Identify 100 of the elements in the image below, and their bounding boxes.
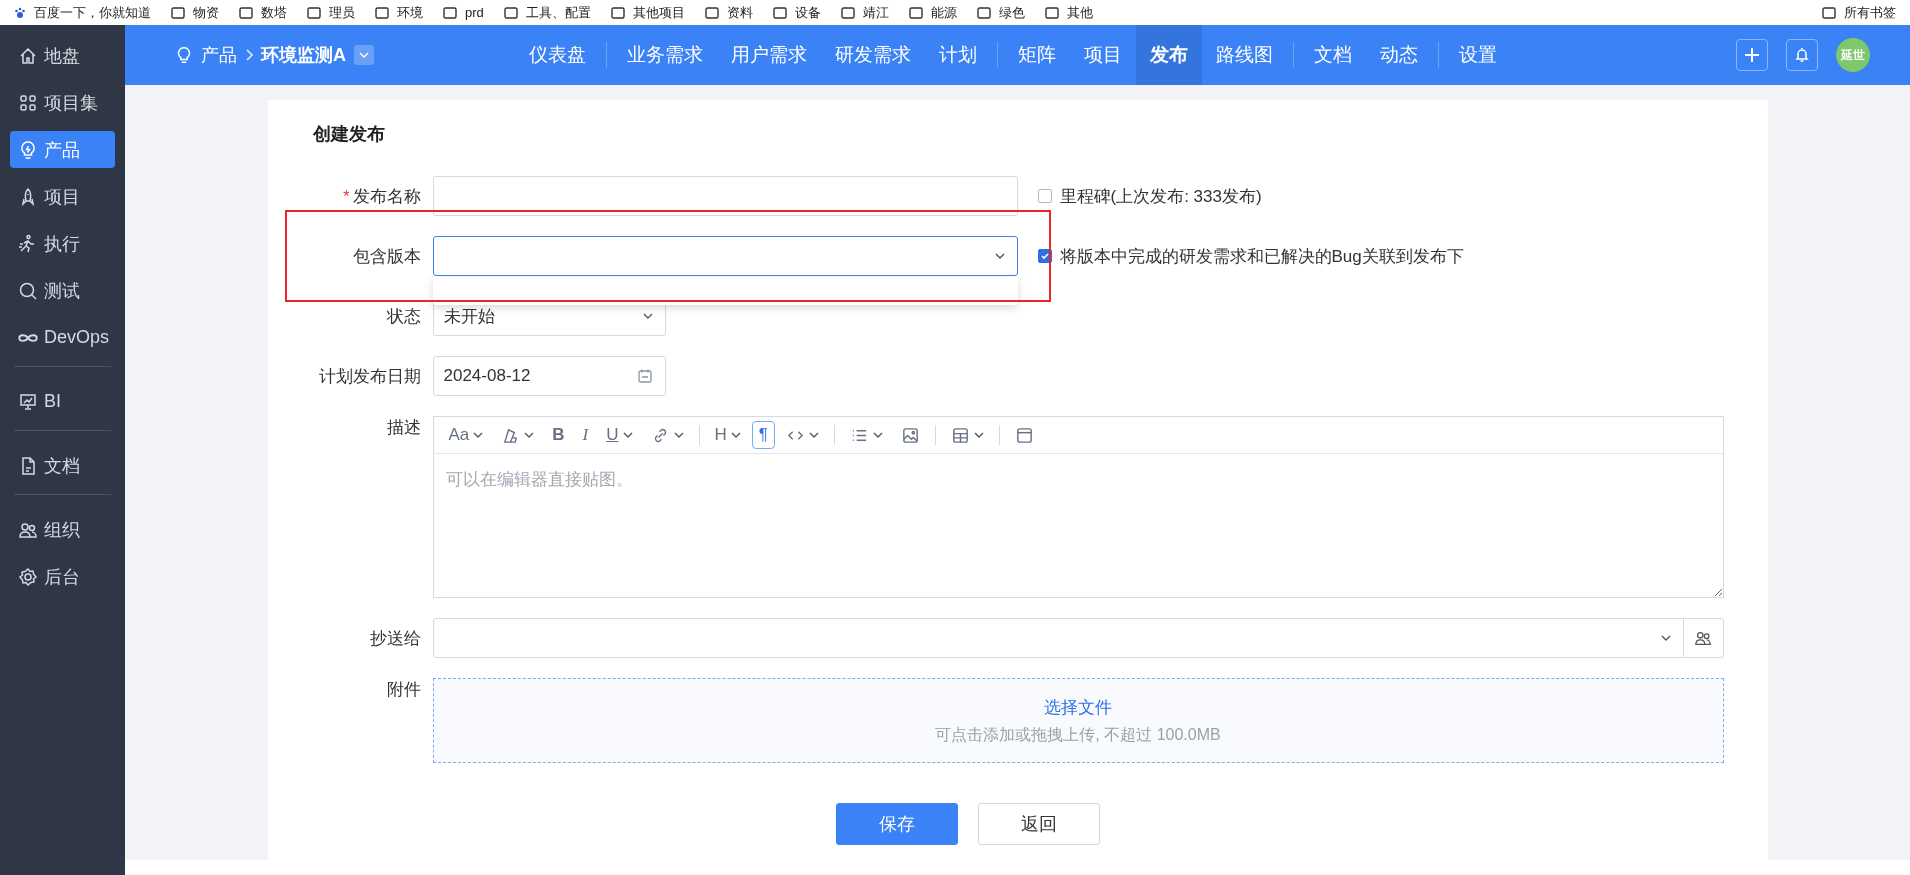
bookmark[interactable]: 其他项目 — [610, 3, 685, 22]
caret-icon — [808, 432, 819, 438]
caret-icon — [673, 432, 684, 438]
nav-tab[interactable]: 仪表盘 — [515, 25, 600, 85]
nav-tab[interactable]: 路线图 — [1202, 25, 1287, 85]
sidebar-item[interactable]: 产品 — [10, 131, 115, 168]
plus-icon — [1744, 47, 1760, 63]
nav-tab[interactable]: 矩阵 — [1004, 25, 1070, 85]
toolbar-button[interactable]: ¶ — [751, 421, 775, 449]
toolbar-button[interactable]: B — [545, 421, 572, 449]
bookmark[interactable]: 绿色 — [976, 3, 1025, 22]
sidebar-item[interactable]: 项目集 — [10, 84, 115, 121]
caret-icon — [642, 313, 653, 319]
sidebar-item[interactable]: 文档 — [10, 447, 115, 484]
field-label: 状态 — [386, 306, 421, 326]
sidebar-item[interactable]: DevOps — [10, 319, 115, 356]
bookmark[interactable]: 理员 — [307, 3, 355, 22]
add-button[interactable] — [1736, 39, 1768, 71]
required-mark: * — [342, 186, 350, 206]
bookmark[interactable]: 所有书签 — [1822, 3, 1896, 22]
folder-icon — [840, 6, 855, 19]
lightbulb-icon — [175, 46, 193, 64]
nav-tab[interactable]: 文档 — [1300, 25, 1366, 85]
bookmark[interactable]: prd — [443, 5, 484, 20]
nav-tab[interactable]: 用户需求 — [717, 25, 821, 85]
nav-tab[interactable]: 研发需求 — [821, 25, 925, 85]
chart-board-icon — [18, 391, 38, 412]
field-label: 附件 — [386, 680, 421, 699]
toolbar-button[interactable]: I — [575, 421, 596, 449]
breadcrumb-link[interactable]: 产品 — [201, 43, 237, 67]
nav-tab[interactable]: 业务需求 — [613, 25, 717, 85]
bookmark[interactable]: 数塔 — [239, 3, 287, 22]
sidebar-item[interactable]: BI — [10, 383, 115, 420]
save-button[interactable]: 保存 — [836, 803, 958, 845]
bookmark[interactable]: 能源 — [908, 3, 957, 22]
bookmark[interactable]: 环境 — [375, 3, 423, 22]
date-field[interactable]: 2024-08-12 — [432, 356, 666, 396]
sidebar-item[interactable]: 组织 — [10, 511, 115, 548]
grid-icon — [18, 92, 38, 113]
nav-tab[interactable]: 发布 — [1136, 25, 1202, 85]
contacts-button[interactable] — [1683, 618, 1724, 658]
folder-icon — [704, 6, 719, 19]
bookmark[interactable]: 资料 — [704, 3, 753, 22]
sidebar-item[interactable]: 项目 — [10, 178, 115, 215]
folder-icon — [1822, 6, 1836, 19]
choose-file-link[interactable]: 选择文件 — [1044, 695, 1112, 719]
caret-icon — [1660, 635, 1671, 641]
folder-icon — [307, 6, 321, 19]
bookmark[interactable]: 其他 — [1044, 3, 1093, 22]
link-checkbox[interactable]: 将版本中完成的研发需求和已解决的Bug关联到发布下 — [1037, 244, 1464, 268]
chevron-right-icon — [245, 49, 253, 61]
caret-icon — [473, 432, 484, 438]
panel-icon — [1014, 425, 1034, 445]
people-icon — [1694, 629, 1712, 647]
folder-icon — [443, 6, 457, 19]
nav-tab[interactable]: 设置 — [1445, 25, 1511, 85]
folder-icon — [503, 6, 518, 19]
field-label: 抄送给 — [369, 628, 421, 648]
checkbox[interactable] — [1037, 189, 1052, 203]
bookmark[interactable]: 百度一下，你就知道 — [14, 3, 151, 22]
settings-icon — [18, 566, 38, 587]
toolbar-button[interactable]: Aa — [441, 421, 491, 449]
back-button[interactable]: 返回 — [978, 803, 1100, 845]
folder-icon — [908, 6, 923, 19]
field-label: 包含版本 — [352, 246, 421, 266]
bookmark[interactable]: 物资 — [171, 3, 219, 22]
caret-icon — [994, 253, 1005, 259]
toolbar-button[interactable]: U — [599, 421, 640, 449]
toolbar-button[interactable]: H — [707, 421, 748, 449]
form-title: 创建发布 — [312, 123, 386, 146]
notification-button[interactable] — [1786, 39, 1818, 71]
upload-hint: 可点击添加或拖拽上传, 不超过 100.0MB — [935, 724, 1221, 745]
field-label: 计划发布日期 — [318, 366, 421, 386]
caret-icon — [524, 432, 535, 438]
file-upload-area[interactable]: 选择文件 可点击添加或拖拽上传, 不超过 100.0MB — [432, 678, 1724, 763]
folder-icon — [239, 6, 253, 19]
milestone-checkbox[interactable]: 里程碑(上次发布: 333发布) — [1037, 184, 1262, 208]
product-dropdown-button[interactable] — [354, 45, 374, 65]
bookmark[interactable]: 工具、配置 — [503, 3, 591, 22]
calendar-icon — [636, 368, 653, 384]
sidebar-item[interactable]: 后台 — [10, 558, 115, 595]
bookmark[interactable]: 靖江 — [840, 3, 889, 22]
rich-text-editor[interactable]: Aa B I U H ¶ 可以在编辑器直接贴图。 — [432, 416, 1724, 598]
nav-tab[interactable]: 项目 — [1070, 25, 1136, 85]
bookmark[interactable]: 设备 — [772, 3, 821, 22]
folder-icon — [976, 6, 991, 19]
table-icon — [950, 425, 970, 445]
nav-tab[interactable]: 动态 — [1366, 25, 1432, 85]
input-field[interactable] — [432, 176, 1018, 216]
infinity-icon — [18, 332, 38, 343]
check-icon — [1039, 251, 1050, 261]
caret-icon — [622, 432, 633, 438]
home-icon — [18, 45, 38, 66]
nav-tab[interactable]: 计划 — [925, 25, 991, 85]
paw-icon — [14, 6, 26, 19]
sidebar-item[interactable]: 执行 — [10, 225, 115, 262]
sidebar-item[interactable]: 地盘 — [10, 37, 115, 74]
caret-icon — [872, 432, 883, 438]
bell-icon — [1794, 47, 1810, 63]
sidebar-item[interactable]: 测试 — [10, 272, 115, 309]
